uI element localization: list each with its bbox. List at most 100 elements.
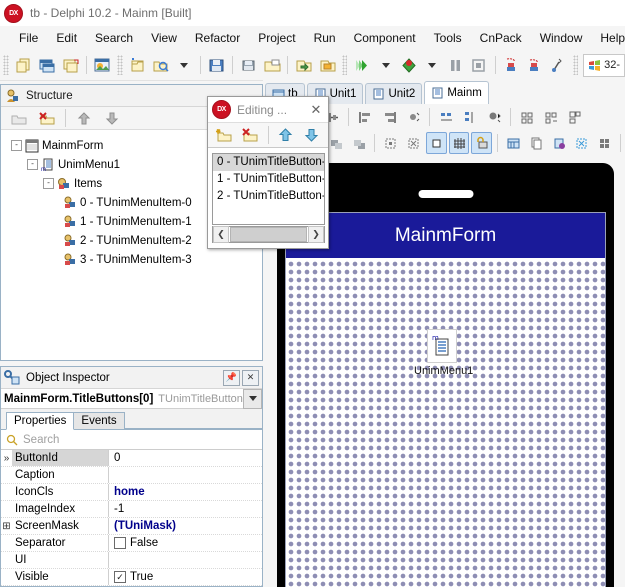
save-all-icon[interactable] xyxy=(59,52,80,78)
toolbar-grip[interactable] xyxy=(3,55,9,75)
run-to-cursor-icon[interactable] xyxy=(547,52,568,78)
title-buttons-list[interactable]: 0 - TUnimTitleButton-0 1 - TUnimTitleBut… xyxy=(212,153,325,225)
menu-window[interactable]: Window xyxy=(531,29,592,47)
scrollbar-thumb[interactable] xyxy=(230,227,307,242)
tab-order-icon[interactable] xyxy=(380,132,401,154)
menu-search[interactable]: Search xyxy=(86,29,142,47)
creation-order-icon[interactable] xyxy=(403,132,424,154)
menu-component[interactable]: Component xyxy=(345,29,425,47)
expander-unimmenu1[interactable]: - xyxy=(27,159,38,170)
run-icon[interactable] xyxy=(351,52,372,78)
expander-mainmform[interactable]: - xyxy=(11,140,22,151)
property-value-screenmask[interactable]: (TUniMask) xyxy=(109,518,262,534)
trace-into-icon[interactable] xyxy=(500,52,521,78)
save-as-icon[interactable] xyxy=(238,52,259,78)
chevron-left-icon[interactable]: ❮ xyxy=(213,226,229,243)
step-over-icon[interactable] xyxy=(524,52,545,78)
tree-node-menuitem-3[interactable]: 3 - TUnimMenuItem-3 xyxy=(7,250,258,269)
move-up-icon[interactable] xyxy=(273,122,297,148)
new-node-icon[interactable] xyxy=(6,105,32,131)
checkbox-separator[interactable] xyxy=(114,537,126,549)
form-canvas[interactable]: m UnimMenu1 xyxy=(286,259,605,587)
open-project-icon[interactable] xyxy=(36,52,57,78)
target-platform-selector[interactable]: 32- xyxy=(583,53,625,77)
toolbar-grip-4[interactable] xyxy=(572,55,579,75)
menu-run[interactable]: Run xyxy=(305,29,345,47)
menu-cnpack[interactable]: CnPack xyxy=(471,29,531,47)
property-search-row[interactable]: Search xyxy=(1,430,262,450)
expander-items[interactable]: - xyxy=(43,178,54,189)
checkbox-visible[interactable]: ✓ xyxy=(114,571,126,583)
property-row-visible[interactable]: Visible ✓ True xyxy=(1,569,262,586)
property-value-buttonid[interactable]: 0 xyxy=(109,450,262,466)
menu-tools[interactable]: Tools xyxy=(425,29,471,47)
pin-icon[interactable]: 📌 xyxy=(223,369,240,386)
open-unit-icon[interactable] xyxy=(293,52,314,78)
new-item-icon[interactable] xyxy=(127,52,148,78)
run-dropdown-caret[interactable] xyxy=(375,52,396,78)
menu-help[interactable]: Help xyxy=(591,29,625,47)
property-row-iconcls[interactable]: IconCls home xyxy=(1,484,262,501)
snap-to-grid-icon[interactable] xyxy=(425,132,447,154)
object-selector-combo[interactable]: MainmForm.TitleButtons[0] TUnimTitleButt… xyxy=(1,388,262,409)
property-row-buttonid[interactable]: » ButtonId 0 xyxy=(1,450,262,467)
property-value-imageindex[interactable]: -1 xyxy=(109,501,262,517)
chevron-right-icon[interactable]: ❯ xyxy=(308,226,324,243)
space-equally-vertical-icon[interactable] xyxy=(459,106,481,128)
close-icon[interactable]: ✕ xyxy=(242,369,259,386)
save-project-icon[interactable] xyxy=(261,52,282,78)
paste-component-icon[interactable] xyxy=(549,132,570,154)
property-row-ui[interactable]: UI xyxy=(1,552,262,569)
tab-properties[interactable]: Properties xyxy=(6,412,75,430)
new-icon[interactable] xyxy=(13,52,34,78)
move-up-icon[interactable] xyxy=(71,105,97,131)
menu-file[interactable]: File xyxy=(10,29,47,47)
bring-to-front-icon[interactable] xyxy=(326,132,347,154)
size-same-width-icon[interactable] xyxy=(516,106,538,128)
close-icon[interactable]: ✕ xyxy=(308,102,324,118)
save-icon[interactable] xyxy=(205,52,226,78)
size-same-height-icon[interactable] xyxy=(540,106,562,128)
expander-screenmask[interactable]: ⊞ xyxy=(1,521,12,532)
toolbar-grip-2[interactable] xyxy=(116,55,123,75)
lock-controls-icon[interactable] xyxy=(471,132,493,154)
list-item[interactable]: 0 - TUnimTitleButton-0 xyxy=(213,154,324,171)
copy-icon[interactable] xyxy=(526,132,547,154)
menu-refactor[interactable]: Refactor xyxy=(186,29,249,47)
menu-project[interactable]: Project xyxy=(249,29,304,47)
open-dropdown-caret[interactable] xyxy=(173,52,194,78)
delete-item-icon[interactable] xyxy=(238,122,262,148)
property-value-iconcls[interactable]: home xyxy=(109,484,262,500)
property-row-screenmask[interactable]: ⊞ ScreenMask (TUniMask) xyxy=(1,518,262,535)
move-down-icon[interactable] xyxy=(300,122,324,148)
view-form-icon[interactable] xyxy=(92,52,113,78)
send-to-back-icon[interactable] xyxy=(349,132,370,154)
stop-icon[interactable] xyxy=(468,52,489,78)
property-value-ui[interactable] xyxy=(109,552,262,568)
size-both-icon[interactable] xyxy=(564,106,586,128)
property-row-separator[interactable]: Separator False xyxy=(1,535,262,552)
move-down-icon[interactable] xyxy=(99,105,125,131)
add-item-icon[interactable] xyxy=(212,122,236,148)
chevron-down-icon[interactable] xyxy=(243,388,262,409)
editor-tab-unit2[interactable]: Unit2 xyxy=(365,83,423,104)
property-row-imageindex[interactable]: ImageIndex -1 xyxy=(1,501,262,518)
search-input[interactable]: Search xyxy=(23,434,59,446)
menu-view[interactable]: View xyxy=(142,29,186,47)
delete-node-icon[interactable] xyxy=(34,105,60,131)
toolbar-grip-3[interactable] xyxy=(341,55,348,75)
editor-tab-mainm[interactable]: Mainm xyxy=(424,81,489,104)
align-right-edges-icon[interactable] xyxy=(378,106,400,128)
horizontal-scrollbar[interactable]: ❮ ❯ xyxy=(212,226,325,243)
debug-run-icon[interactable] xyxy=(398,52,419,78)
property-row-caption[interactable]: Caption xyxy=(1,467,262,484)
non-visual-icon[interactable] xyxy=(571,132,592,154)
view-as-text-icon[interactable] xyxy=(503,132,524,154)
open-folder-icon[interactable] xyxy=(150,52,171,78)
list-item[interactable]: 2 - TUnimTitleButton-2 xyxy=(213,188,324,205)
align-left-edges-icon[interactable] xyxy=(354,106,376,128)
show-grid-icon[interactable] xyxy=(448,132,470,154)
property-value-caption[interactable] xyxy=(109,467,262,483)
menu-edit[interactable]: Edit xyxy=(47,29,86,47)
align-to-grid-icon[interactable] xyxy=(483,106,505,128)
